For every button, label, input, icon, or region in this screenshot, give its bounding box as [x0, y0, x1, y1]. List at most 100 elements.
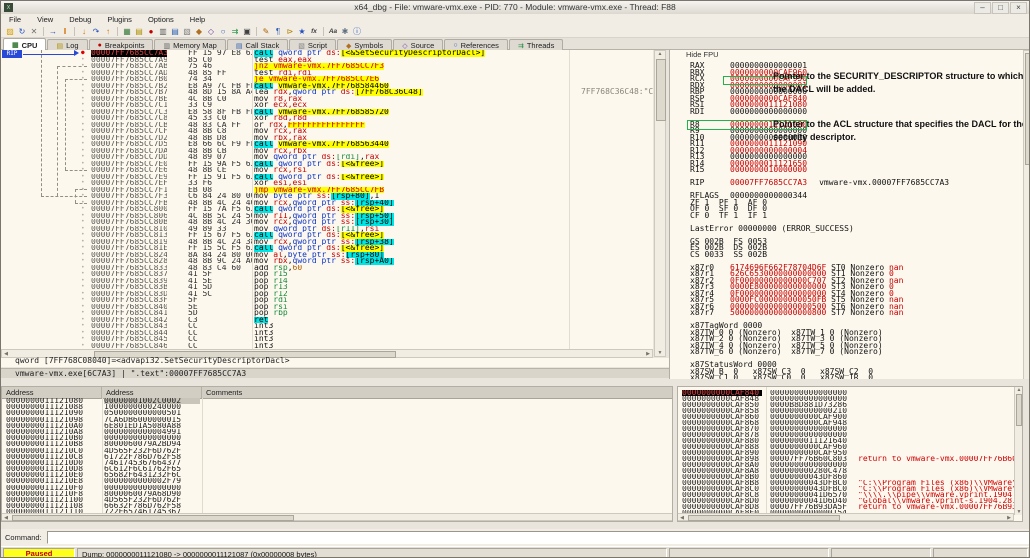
execute-till-return-button[interactable]: ↑: [102, 26, 114, 37]
status-bar: Paused Dump: 0000000011121080 -> 0000000…: [1, 546, 1029, 558]
disassembly-vscrollbar[interactable]: ▲ ▼: [654, 50, 666, 357]
module-status-line: vmware-vmx.exe[6C7A3] | ".text":00007FF7…: [1, 368, 673, 378]
x64dbg-window: x x64_dbg - File: vmware-vmx.exe - PID: …: [0, 0, 1030, 558]
register-name: x87r7: [690, 310, 730, 317]
stack-hscrollbar[interactable]: ◀ ▶: [678, 513, 1014, 521]
close-button[interactable]: ×: [1010, 2, 1027, 14]
menu-view[interactable]: View: [29, 14, 61, 25]
scroll-down-arrow[interactable]: ▼: [656, 350, 664, 356]
references-button[interactable]: ○: [217, 26, 229, 37]
menu-plugins[interactable]: Plugins: [99, 14, 140, 25]
register-value[interactable]: 0000000010000000: [730, 165, 807, 174]
cpu-button[interactable]: ▦: [121, 26, 133, 37]
step-into-button[interactable]: ↓: [78, 26, 90, 37]
tab-label: Threads: [527, 41, 555, 50]
scroll-left-arrow[interactable]: ◀: [2, 351, 10, 357]
register-name: R15: [690, 167, 730, 174]
tab-label: Source: [411, 41, 435, 50]
bookmarks-button[interactable]: ★: [296, 26, 308, 37]
source-icon: ◇: [402, 42, 407, 50]
register-symbol: vmware-vmx.00007FF7685CC7A3: [819, 178, 949, 187]
script-button[interactable]: ▧: [181, 26, 193, 37]
command-bar: Command:: [1, 529, 1029, 546]
dump-pane[interactable]: Address Address Comments 000000001112108…: [1, 386, 673, 522]
open-folder-button[interactable]: ▨: [4, 26, 16, 37]
title-bar[interactable]: x x64_dbg - File: vmware-vmx.exe - PID: …: [1, 1, 1029, 15]
command-label: Command:: [5, 533, 42, 542]
calculator-button[interactable]: Aa: [327, 26, 339, 37]
scroll-up-arrow[interactable]: ▲: [1015, 387, 1023, 393]
references-icon: ○: [453, 42, 457, 49]
tab-label: Script: [308, 41, 327, 50]
maximize-button[interactable]: □: [992, 2, 1009, 14]
stack-vscrollbar[interactable]: ▲ ▼: [1014, 387, 1022, 515]
status-cell: [933, 548, 1028, 558]
symbols-button[interactable]: ◆: [193, 26, 205, 37]
registers-vscrollbar[interactable]: [1023, 50, 1030, 385]
tab-label: References: [461, 41, 499, 50]
toolbar: ▨↻✕→‖↓↷↑▦▤●▥▤▧◆◇○⇉▣✎¶⊳★fxAa✱ⓘ: [1, 25, 1029, 38]
dump-hscrollbar[interactable]: ◀: [2, 513, 672, 521]
toolbar-separator: [256, 27, 257, 36]
dump-header-address2[interactable]: Address: [102, 387, 202, 398]
register-value[interactable]: 00007FF7685CC7A3: [730, 178, 807, 187]
scroll-thumb[interactable]: [656, 59, 666, 121]
dump-range-status: Dump: 0000000011121080 -> 00000000111210…: [77, 548, 667, 558]
stack-pane[interactable]: 0000000000CAF840000000000000000000000000…: [677, 386, 1023, 522]
scroll-up-arrow[interactable]: ▲: [656, 51, 664, 57]
log-button[interactable]: ▤: [133, 26, 145, 37]
step-over-button[interactable]: ↷: [90, 26, 102, 37]
close-button[interactable]: ✕: [28, 26, 40, 37]
disassembly-pane[interactable]: ●00007FF7685CC7A3FF 15 97 E8 63 00call q…: [1, 50, 653, 349]
symbols-icon: ◆: [346, 42, 351, 50]
dump-header-comments[interactable]: Comments: [202, 387, 672, 398]
tab-label: Memory Map: [173, 41, 217, 50]
menu-help[interactable]: Help: [182, 14, 213, 25]
threads-button[interactable]: ⇉: [229, 26, 241, 37]
scroll-thumb[interactable]: [1016, 394, 1022, 426]
status-cell: [831, 548, 931, 558]
pause-button[interactable]: ‖: [59, 26, 71, 37]
info-pane-line: qword [7FF768C08040]=<advapi32.SetSecuri…: [1, 358, 673, 367]
tab-label: CPU: [22, 41, 38, 50]
horizontal-splitter[interactable]: [1, 379, 1029, 386]
scroll-left-arrow[interactable]: ◀: [678, 515, 686, 521]
patches-button[interactable]: ✎: [260, 26, 272, 37]
about-button[interactable]: ⓘ: [351, 26, 363, 37]
menu-file[interactable]: File: [1, 14, 29, 25]
scroll-thumb[interactable]: [1025, 53, 1030, 165]
hide-fpu-button[interactable]: Hide FPU: [686, 52, 719, 59]
breakpoints-button[interactable]: ●: [145, 26, 157, 37]
dump-header-address1[interactable]: Address: [2, 387, 102, 398]
registers-pane[interactable]: Hide FPU RAX0000000000000001RBX000000000…: [669, 50, 1024, 385]
menu-debug[interactable]: Debug: [61, 14, 99, 25]
restart-button[interactable]: ↻: [16, 26, 28, 37]
scroll-thumb[interactable]: [12, 515, 294, 521]
source-button[interactable]: ◇: [205, 26, 217, 37]
call-stack-button[interactable]: ▤: [169, 26, 181, 37]
settings-button[interactable]: ✱: [339, 26, 351, 37]
toolbar-separator: [43, 27, 44, 36]
register-value[interactable]: 0000000000000000: [730, 107, 807, 116]
scroll-right-arrow[interactable]: ▶: [644, 351, 652, 357]
labels-button[interactable]: ⊳: [284, 26, 296, 37]
command-input[interactable]: [47, 531, 1030, 544]
register-value[interactable]: 50000000000000000800: [730, 308, 826, 317]
fpu-tag: Nonzero: [850, 308, 889, 317]
toolbar-separator: [74, 27, 75, 36]
tab-label: Symbols: [354, 41, 383, 50]
run-button[interactable]: →: [47, 26, 59, 37]
scroll-down-arrow[interactable]: ▼: [1015, 509, 1023, 515]
fpu-st-name: ST7: [826, 308, 850, 317]
functions-button[interactable]: fx: [308, 26, 320, 37]
comments-button[interactable]: ¶: [272, 26, 284, 37]
scroll-thumb[interactable]: [688, 515, 840, 521]
memory-map-button[interactable]: ▥: [157, 26, 169, 37]
scroll-left-arrow[interactable]: ◀: [2, 515, 10, 521]
menu-options[interactable]: Options: [140, 14, 182, 25]
toolbar-separator: [323, 27, 324, 36]
handles-button[interactable]: ▣: [241, 26, 253, 37]
fpu-value: nan: [889, 308, 903, 317]
minimize-button[interactable]: –: [974, 2, 991, 14]
scroll-right-arrow[interactable]: ▶: [1005, 515, 1013, 521]
